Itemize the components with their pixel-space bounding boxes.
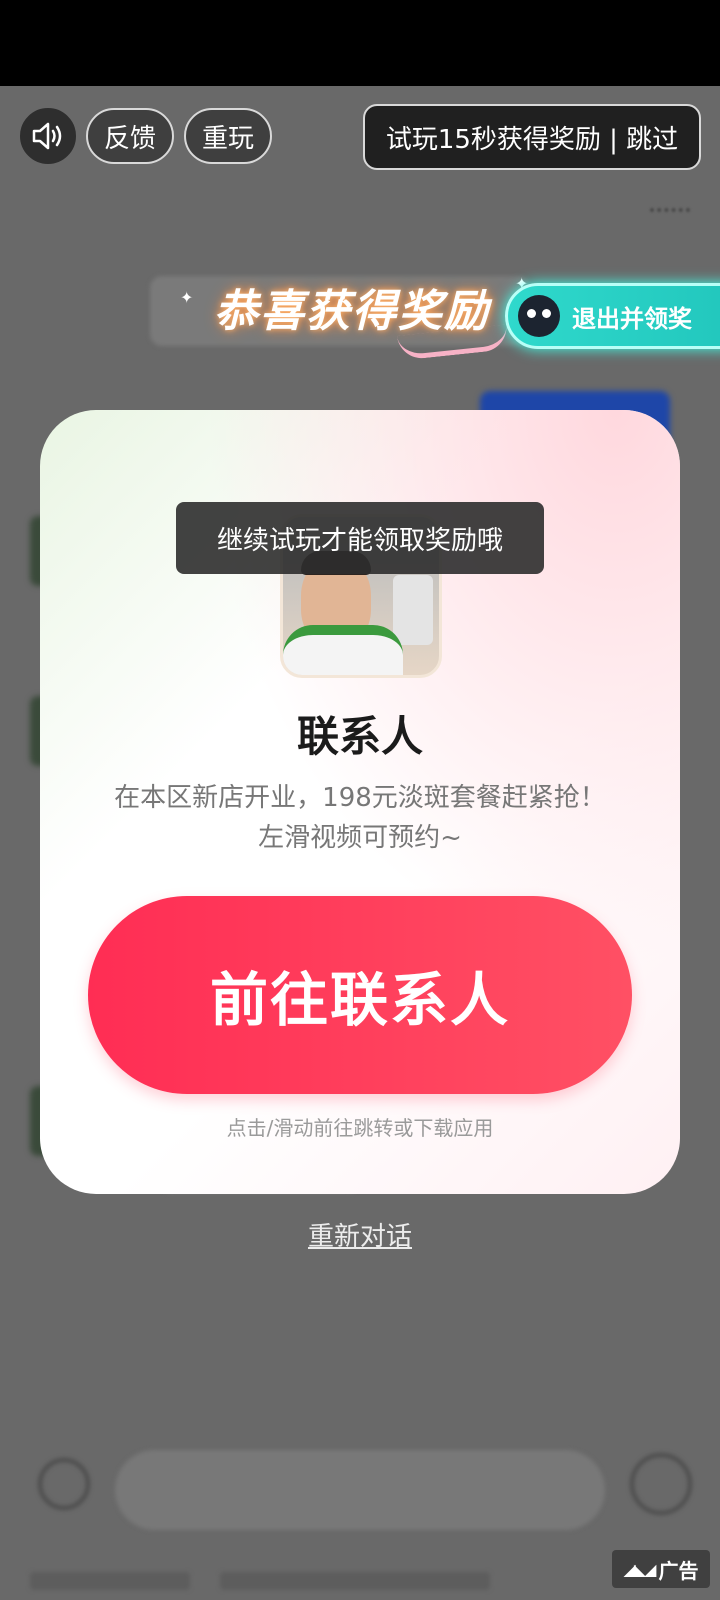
background-input [115,1450,605,1530]
exit-claim-label: 退出并领奖 [572,304,692,333]
sparkle-icon: ✦ [180,288,194,307]
ad-badge: ◢◣◢ 广告 [612,1550,710,1588]
toast-message: 继续试玩才能领取奖励哦 [176,502,544,574]
replay-button[interactable]: 重玩 [184,108,272,164]
ad-logo-icon: ◢◣◢ [623,1559,657,1579]
ad-stage: ✦ ✦ 恭喜获得奖励 退出并领奖 联系人 在本区新店开业，198元淡斑套餐赶紧抢… [0,86,720,1600]
exit-claim-button[interactable]: 退出并领奖 [505,283,720,349]
skip-button[interactable]: 试玩15秒获得奖励 | 跳过 [363,104,701,170]
sound-toggle[interactable] [20,108,76,164]
ad-badge-label: 广告 [658,1558,699,1583]
restart-chat-link[interactable]: 重新对话 [0,1216,720,1253]
background-footer-text [220,1572,490,1590]
thumbnail-device [393,575,433,645]
background-footer-text [30,1572,190,1590]
feedback-button[interactable]: 反馈 [86,108,174,164]
card-hint: 点击/滑动前往跳转或下载应用 [226,1116,494,1140]
card-description: 在本区新店开业，198元淡斑套餐赶紧抢！左滑视频可预约~ [114,783,606,853]
speaker-icon [32,122,62,150]
go-contact-button[interactable]: 前往联系人 [88,896,632,1094]
background-more-icon [650,208,690,222]
card-title: 联系人 [296,712,423,761]
mic-icon [38,1458,90,1510]
thumbnail-shirt [283,625,403,675]
emoji-icon [630,1453,692,1515]
status-bar [0,0,720,86]
ghost-icon [518,295,560,337]
